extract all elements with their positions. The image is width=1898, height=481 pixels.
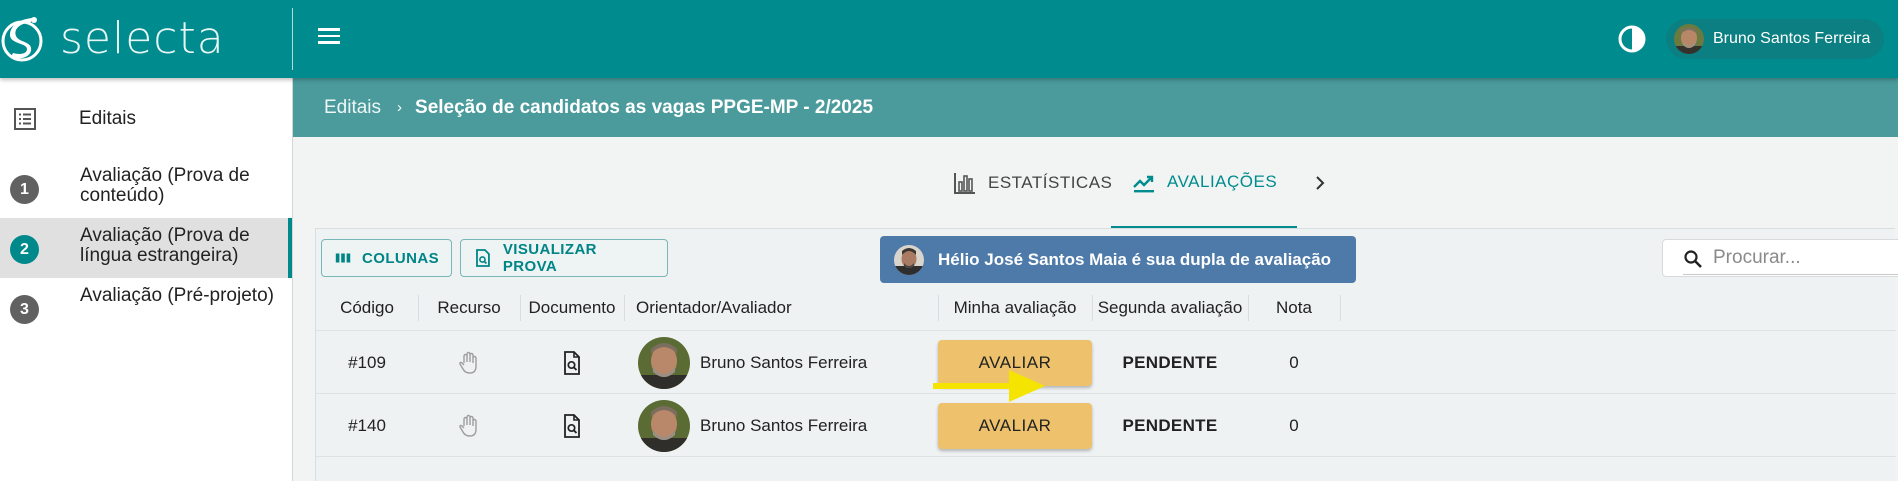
view-column-icon bbox=[335, 253, 351, 263]
document-search-icon[interactable] bbox=[559, 350, 585, 376]
column-divider bbox=[1340, 295, 1341, 321]
search-underline bbox=[1683, 274, 1898, 275]
search-input[interactable] bbox=[1713, 245, 1898, 271]
step-number: 3 bbox=[10, 295, 39, 324]
tab-label: AVALIAÇÕES bbox=[1167, 171, 1278, 191]
step-label: Avaliação (Pré-projeto) bbox=[80, 285, 274, 306]
document-search-icon bbox=[476, 249, 490, 267]
breadcrumb: Editais › Seleção de candidatos as vagas… bbox=[293, 78, 1898, 137]
hand-icon[interactable] bbox=[456, 350, 482, 376]
cell-nota: 0 bbox=[1289, 416, 1299, 435]
contrast-toggle-icon[interactable] bbox=[1616, 23, 1648, 55]
orientador-avatar bbox=[638, 337, 690, 389]
sidebar-step-2[interactable]: 2 Avaliação (Prova de língua estrangeira… bbox=[0, 218, 292, 278]
bar-chart-icon bbox=[954, 172, 975, 194]
column-header-recurso[interactable]: Recurso bbox=[418, 285, 520, 331]
trending-up-icon bbox=[1133, 175, 1154, 192]
step-number: 2 bbox=[10, 235, 39, 264]
page-title: Seleção de candidatos as vagas PPGE-MP -… bbox=[415, 96, 874, 118]
cell-codigo: #109 bbox=[348, 353, 386, 372]
tab-estatisticas[interactable]: ESTATÍSTICAS bbox=[932, 137, 1132, 228]
partner-message: Hélio José Santos Maia é sua dupla de av… bbox=[938, 249, 1332, 269]
tab-bar: ESTATÍSTICAS AVALIAÇÕES bbox=[293, 137, 1898, 228]
cell-codigo: #140 bbox=[348, 416, 386, 435]
step-number: 1 bbox=[10, 175, 39, 204]
partner-avatar bbox=[894, 244, 924, 275]
view-exam-button[interactable]: VISUALIZAR PROVA bbox=[460, 239, 668, 277]
main-content: ESTATÍSTICAS AVALIAÇÕES COLUNAS VISUALIZ… bbox=[293, 137, 1898, 481]
cell-segunda-avaliacao: PENDENTE bbox=[1122, 416, 1218, 435]
column-header-documento[interactable]: Documento bbox=[520, 285, 624, 331]
cell-orientador: Bruno Santos Ferreira bbox=[624, 332, 938, 394]
cell-segunda-avaliacao: PENDENTE bbox=[1122, 353, 1218, 372]
menu-icon[interactable] bbox=[314, 24, 344, 54]
orientador-name: Bruno Santos Ferreira bbox=[700, 416, 868, 435]
logo[interactable]: selecta bbox=[0, 8, 225, 68]
user-menu-button[interactable]: Bruno Santos Ferreira bbox=[1666, 19, 1884, 59]
user-name: Bruno Santos Ferreira bbox=[1713, 30, 1871, 47]
list-icon bbox=[14, 108, 36, 130]
evaluation-table-panel: COLUNAS VISUALIZAR PROVA Hélio José Sant… bbox=[315, 228, 1898, 481]
app-name: selecta bbox=[60, 12, 225, 64]
chevron-right-icon[interactable] bbox=[1307, 170, 1333, 196]
document-search-icon[interactable] bbox=[559, 413, 585, 439]
orientador-avatar bbox=[638, 400, 690, 452]
sidebar-step-1[interactable]: 1 Avaliação (Prova de conteúdo) bbox=[0, 158, 292, 218]
step-label: Avaliação (Prova de conteúdo) bbox=[80, 165, 250, 206]
hand-icon[interactable] bbox=[456, 413, 482, 439]
column-header-nota[interactable]: Nota bbox=[1248, 285, 1340, 331]
table-row: #140 Bruno Santos Ferreira AVALIAR PENDE… bbox=[316, 395, 1896, 457]
cell-orientador: Bruno Santos Ferreira bbox=[624, 395, 938, 457]
sidebar: Editais 1 Avaliação (Prova de conteúdo) … bbox=[0, 78, 293, 481]
search-icon bbox=[1684, 250, 1702, 268]
columns-button-label: COLUNAS bbox=[362, 249, 439, 267]
column-header-codigo[interactable]: Código bbox=[316, 285, 418, 331]
user-avatar bbox=[1674, 24, 1704, 54]
selecta-logo-icon bbox=[1, 17, 43, 62]
annotation-arrow-icon bbox=[933, 370, 1045, 402]
table-header: Código Recurso Documento Orientador/Aval… bbox=[316, 285, 1896, 331]
column-header-minha-avaliacao[interactable]: Minha avaliação bbox=[938, 285, 1092, 331]
sidebar-item-editais[interactable]: Editais bbox=[0, 96, 292, 140]
columns-button[interactable]: COLUNAS bbox=[321, 239, 452, 277]
step-label: Avaliação (Prova de língua estrangeira) bbox=[80, 225, 250, 266]
orientador-name: Bruno Santos Ferreira bbox=[700, 353, 868, 372]
cell-documento bbox=[520, 395, 624, 457]
tab-avaliacoes[interactable]: AVALIAÇÕES bbox=[1111, 137, 1298, 228]
app-bar: selecta Bruno Santos Ferreira bbox=[0, 0, 1898, 78]
column-header-orientador[interactable]: Orientador/Avaliador bbox=[624, 285, 938, 331]
cell-recurso bbox=[418, 332, 520, 394]
evaluation-partner-banner: Hélio José Santos Maia é sua dupla de av… bbox=[880, 236, 1356, 283]
table-row: #109 Bruno Santos Ferreira AVALIAR PENDE… bbox=[316, 332, 1896, 394]
cell-documento bbox=[520, 332, 624, 394]
cell-nota: 0 bbox=[1289, 353, 1299, 372]
chevron-right-icon: › bbox=[397, 99, 403, 116]
app-bar-divider bbox=[292, 8, 293, 70]
cell-recurso bbox=[418, 395, 520, 457]
avaliar-button[interactable]: AVALIAR bbox=[938, 403, 1092, 449]
sidebar-item-label: Editais bbox=[79, 108, 137, 129]
column-header-segunda-avaliacao[interactable]: Segunda avaliação bbox=[1092, 285, 1248, 331]
view-exam-button-label: VISUALIZAR PROVA bbox=[502, 241, 597, 275]
search-box[interactable] bbox=[1662, 239, 1898, 277]
tab-label: ESTATÍSTICAS bbox=[988, 172, 1113, 192]
sidebar-step-3[interactable]: 3 Avaliação (Pré-projeto) bbox=[0, 278, 292, 338]
breadcrumb-editais-link[interactable]: Editais bbox=[324, 97, 381, 119]
